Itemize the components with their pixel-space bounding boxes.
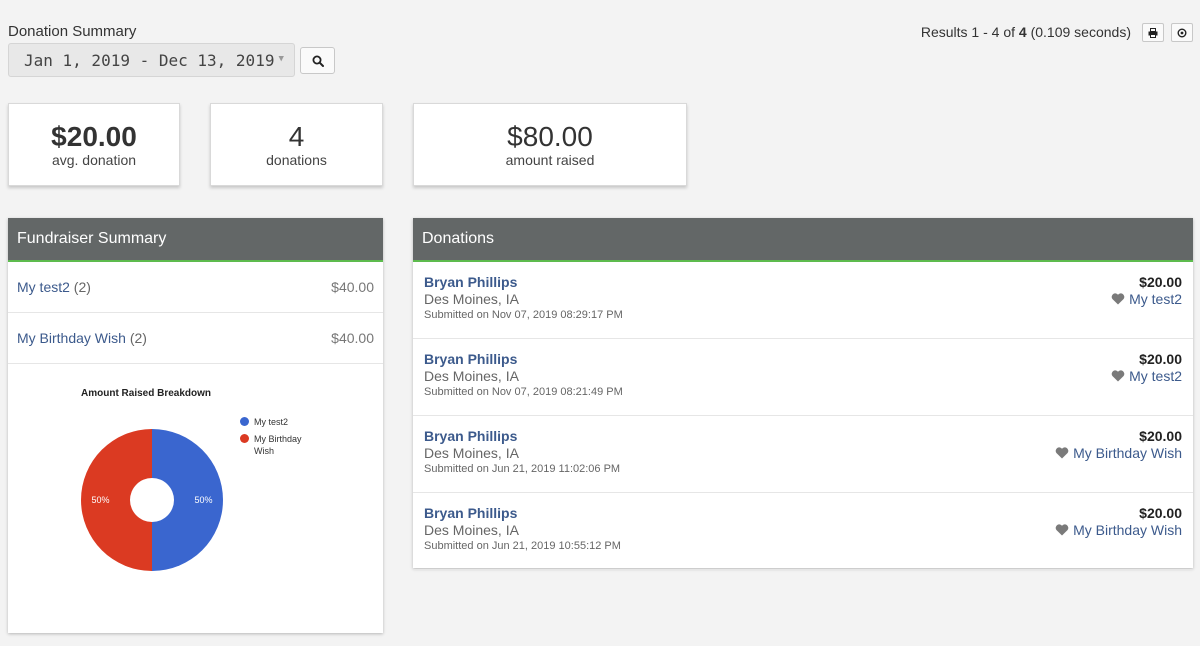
donation-meta: $20.00 My Birthday Wish: [1055, 505, 1182, 539]
search-button[interactable]: [300, 47, 335, 74]
fundraiser-count: (2): [73, 279, 91, 295]
pie-chart: 50% 50%: [81, 429, 223, 571]
donations-count-label: donations: [266, 151, 327, 168]
donation-timestamp: Submitted on Jun 21, 2019 10:55:12 PM: [424, 540, 621, 552]
donation-meta: $20.00 My test2: [1111, 274, 1182, 308]
donation-fundraiser-link[interactable]: My Birthday Wish: [1055, 444, 1182, 462]
fundraiser-amount: $40.00: [331, 330, 374, 346]
date-range-value: Jan 1, 2019 - Dec 13, 2019: [24, 50, 275, 70]
legend-item[interactable]: My Birthday Wish: [240, 433, 312, 457]
donor-location: Des Moines, IA: [424, 368, 519, 384]
legend-dot: [240, 434, 249, 443]
legend-label: My Birthday Wish: [254, 434, 302, 456]
amount-raised-label: amount raised: [505, 151, 595, 168]
donation-fundraiser-name: My Birthday Wish: [1073, 445, 1182, 461]
donation-fundraiser-link[interactable]: My test2: [1111, 290, 1182, 308]
donations-count-value: 4: [288, 120, 305, 152]
avg-donation-card: $20.00 avg. donation: [8, 103, 180, 186]
page-title: Donation Summary: [8, 23, 137, 40]
donation-fundraiser-link[interactable]: My test2: [1111, 367, 1182, 385]
fundraiser-summary-panel: Fundraiser Summary My test2 (2) $40.00 M…: [8, 218, 383, 633]
fundraiser-count: (2): [129, 330, 147, 346]
donation-meta: $20.00 My test2: [1111, 351, 1182, 385]
print-icon: [1148, 27, 1158, 38]
donation-amount: $20.00: [1139, 428, 1182, 444]
donation-fundraiser-name: My test2: [1129, 291, 1182, 307]
fundraiser-label: My test2 (2): [17, 279, 91, 295]
amount-raised-chart: Amount Raised Breakdown 50% 50% My test2 …: [8, 364, 383, 634]
donation-fundraiser-link[interactable]: My Birthday Wish: [1055, 521, 1182, 539]
donation-row: Bryan Phillips Des Moines, IA Submitted …: [413, 493, 1193, 570]
donor-name[interactable]: Bryan Phillips: [424, 351, 1182, 367]
donation-timestamp: Submitted on Nov 07, 2019 08:21:49 PM: [424, 386, 623, 398]
date-range-picker[interactable]: Jan 1, 2019 - Dec 13, 2019 ▼: [8, 43, 295, 77]
donation-amount: $20.00: [1139, 505, 1182, 521]
settings-icon: [1177, 28, 1187, 37]
results-count: Results 1 - 4 of 4 (0.109 seconds): [921, 24, 1131, 40]
donut-hole: [130, 478, 174, 522]
amount-raised-card: $80.00 amount raised: [413, 103, 687, 186]
heart-icon: [1111, 370, 1125, 382]
pie-slice-label-1: 50%: [91, 495, 109, 505]
donations-panel: Donations Bryan Phillips Des Moines, IA …: [413, 218, 1193, 570]
fundraiser-row[interactable]: My Birthday Wish (2) $40.00: [8, 313, 383, 364]
fundraiser-row[interactable]: My test2 (2) $40.00: [8, 262, 383, 313]
donations-header: Donations: [413, 218, 1193, 262]
heart-icon: [1111, 293, 1125, 305]
results-suffix: (0.109 seconds): [1026, 24, 1131, 40]
results-prefix: Results 1 - 4 of: [920, 24, 1019, 40]
fundraiser-label: My Birthday Wish (2): [17, 330, 147, 346]
heart-icon: [1055, 447, 1069, 459]
donation-fundraiser-name: My test2: [1129, 368, 1182, 384]
print-button[interactable]: [1142, 23, 1164, 42]
donation-amount: $20.00: [1139, 274, 1182, 290]
donation-row: Bryan Phillips Des Moines, IA Submitted …: [413, 339, 1193, 416]
donation-amount: $20.00: [1139, 351, 1182, 367]
heart-icon: [1055, 524, 1069, 536]
pie-slice-label-0: 50%: [194, 495, 212, 505]
donation-timestamp: Submitted on Jun 21, 2019 11:02:06 PM: [424, 463, 621, 475]
donation-meta: $20.00 My Birthday Wish: [1055, 428, 1182, 462]
fundraiser-summary-header: Fundraiser Summary: [8, 218, 383, 262]
donation-list: Bryan Phillips Des Moines, IA Submitted …: [413, 262, 1193, 570]
caret-down-icon: ▼: [278, 54, 284, 64]
settings-button[interactable]: [1171, 23, 1193, 42]
donation-row: Bryan Phillips Des Moines, IA Submitted …: [413, 262, 1193, 339]
donation-timestamp: Submitted on Nov 07, 2019 08:29:17 PM: [424, 309, 623, 321]
donation-fundraiser-name: My Birthday Wish: [1073, 522, 1182, 538]
search-icon: [312, 55, 324, 67]
fundraiser-name[interactable]: My test2: [17, 279, 70, 295]
chart-legend: My test2 My Birthday Wish: [240, 416, 312, 462]
fundraiser-name[interactable]: My Birthday Wish: [17, 330, 126, 346]
donor-location: Des Moines, IA: [424, 291, 519, 307]
avg-donation-value: $20.00: [51, 120, 137, 152]
donor-name[interactable]: Bryan Phillips: [424, 274, 1182, 290]
fundraiser-amount: $40.00: [331, 279, 374, 295]
results-total: 4: [1018, 24, 1027, 40]
amount-raised-value: $80.00: [507, 120, 593, 152]
legend-dot: [240, 417, 249, 426]
avg-donation-label: avg. donation: [51, 151, 137, 168]
donation-row: Bryan Phillips Des Moines, IA Submitted …: [413, 416, 1193, 493]
legend-label: My test2: [254, 417, 289, 427]
donation-summary-page: Donation Summary Jan 1, 2019 - Dec 13, 2…: [0, 0, 1200, 646]
donations-count-card: 4 donations: [210, 103, 383, 186]
legend-item[interactable]: My test2: [240, 416, 312, 428]
